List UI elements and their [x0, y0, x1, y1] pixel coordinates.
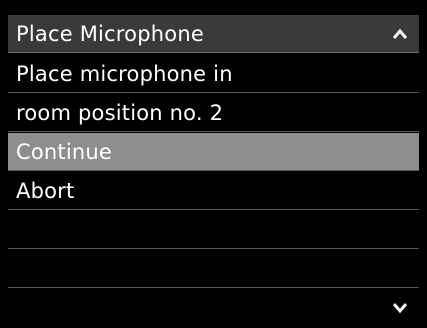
continue-option[interactable]: Continue [8, 133, 419, 171]
header-bar: Place Microphone [8, 15, 419, 53]
abort-option[interactable]: Abort [8, 172, 419, 210]
display-screen: Place Microphone Place microphone in roo… [0, 0, 427, 328]
continue-label: Continue [16, 139, 113, 164]
message-text: Place microphone in [16, 61, 233, 86]
message-line-1: Place microphone in [8, 55, 419, 93]
footer-bar [8, 289, 419, 327]
empty-row [8, 250, 419, 288]
abort-label: Abort [16, 178, 75, 203]
empty-row [8, 211, 419, 249]
page-title: Place Microphone [16, 21, 204, 46]
chevron-down-icon[interactable] [391, 299, 409, 317]
message-line-2: room position no. 2 [8, 94, 419, 132]
message-text: room position no. 2 [16, 100, 224, 125]
chevron-up-icon[interactable] [391, 25, 409, 43]
